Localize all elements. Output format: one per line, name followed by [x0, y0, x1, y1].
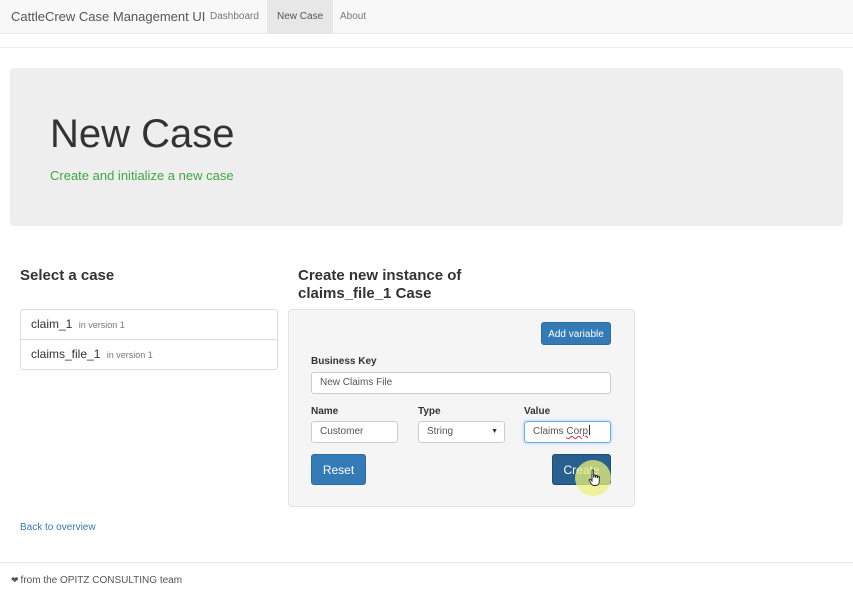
case-version: in version 1	[106, 350, 153, 360]
back-to-overview-link[interactable]: Back to overview	[20, 522, 96, 533]
navbar-brand[interactable]: CattleCrew Case Management UI	[11, 9, 205, 24]
variable-value-input[interactable]: Claims Corp	[524, 421, 611, 443]
page-subtitle: Create and initialize a new case	[50, 168, 234, 183]
case-item-claim-1[interactable]: claim_1 in version 1	[20, 309, 278, 340]
variable-type-label: Type	[418, 406, 441, 417]
variable-name-input[interactable]: Customer	[311, 421, 398, 443]
case-list: claim_1 in version 1 claims_file_1 in ve…	[20, 309, 278, 370]
text-cursor	[589, 425, 591, 435]
variable-value-label: Value	[524, 406, 551, 417]
case-version: in version 1	[78, 320, 125, 330]
hand-pointer-icon	[588, 469, 600, 486]
footer-text: from the OPITZ CONSULTING team	[20, 575, 183, 586]
page-header: New Case Create and initialize a new cas…	[10, 68, 843, 226]
add-variable-button[interactable]: Add variable	[541, 322, 611, 345]
nav-item-dashboard[interactable]: Dashboard	[200, 0, 269, 33]
spellcheck-word: Corp	[566, 426, 589, 437]
select-case-heading: Select a case	[20, 267, 115, 284]
business-key-input[interactable]: New Claims File	[311, 372, 611, 394]
business-key-label: Business Key	[311, 356, 377, 367]
create-instance-heading: Create new instance of claims_file_1 Cas…	[298, 267, 462, 302]
page-footer: ❤ from the OPITZ CONSULTING team	[0, 562, 853, 590]
nav-item-about[interactable]: About	[330, 0, 376, 33]
case-name: claims_file_1	[31, 347, 101, 361]
reset-button[interactable]: Reset	[311, 454, 366, 485]
case-name: claim_1	[31, 317, 73, 331]
variable-name-label: Name	[311, 406, 339, 417]
page-title: New Case	[50, 112, 235, 156]
caret-down-icon: ▼	[491, 428, 498, 435]
footer-text-container: ❤ from the OPITZ CONSULTING team	[11, 575, 182, 586]
variable-type-select[interactable]: String ▼	[418, 421, 505, 443]
heart-icon: ❤	[11, 575, 19, 585]
top-navbar: CattleCrew Case Management UI Dashboard …	[0, 0, 853, 34]
nav-item-new-case[interactable]: New Case	[267, 0, 334, 33]
divider	[0, 47, 853, 48]
variable-type-value: String	[427, 426, 454, 437]
case-item-claims-file-1[interactable]: claims_file_1 in version 1	[20, 339, 278, 370]
variable-value-text: Claims	[533, 426, 567, 437]
